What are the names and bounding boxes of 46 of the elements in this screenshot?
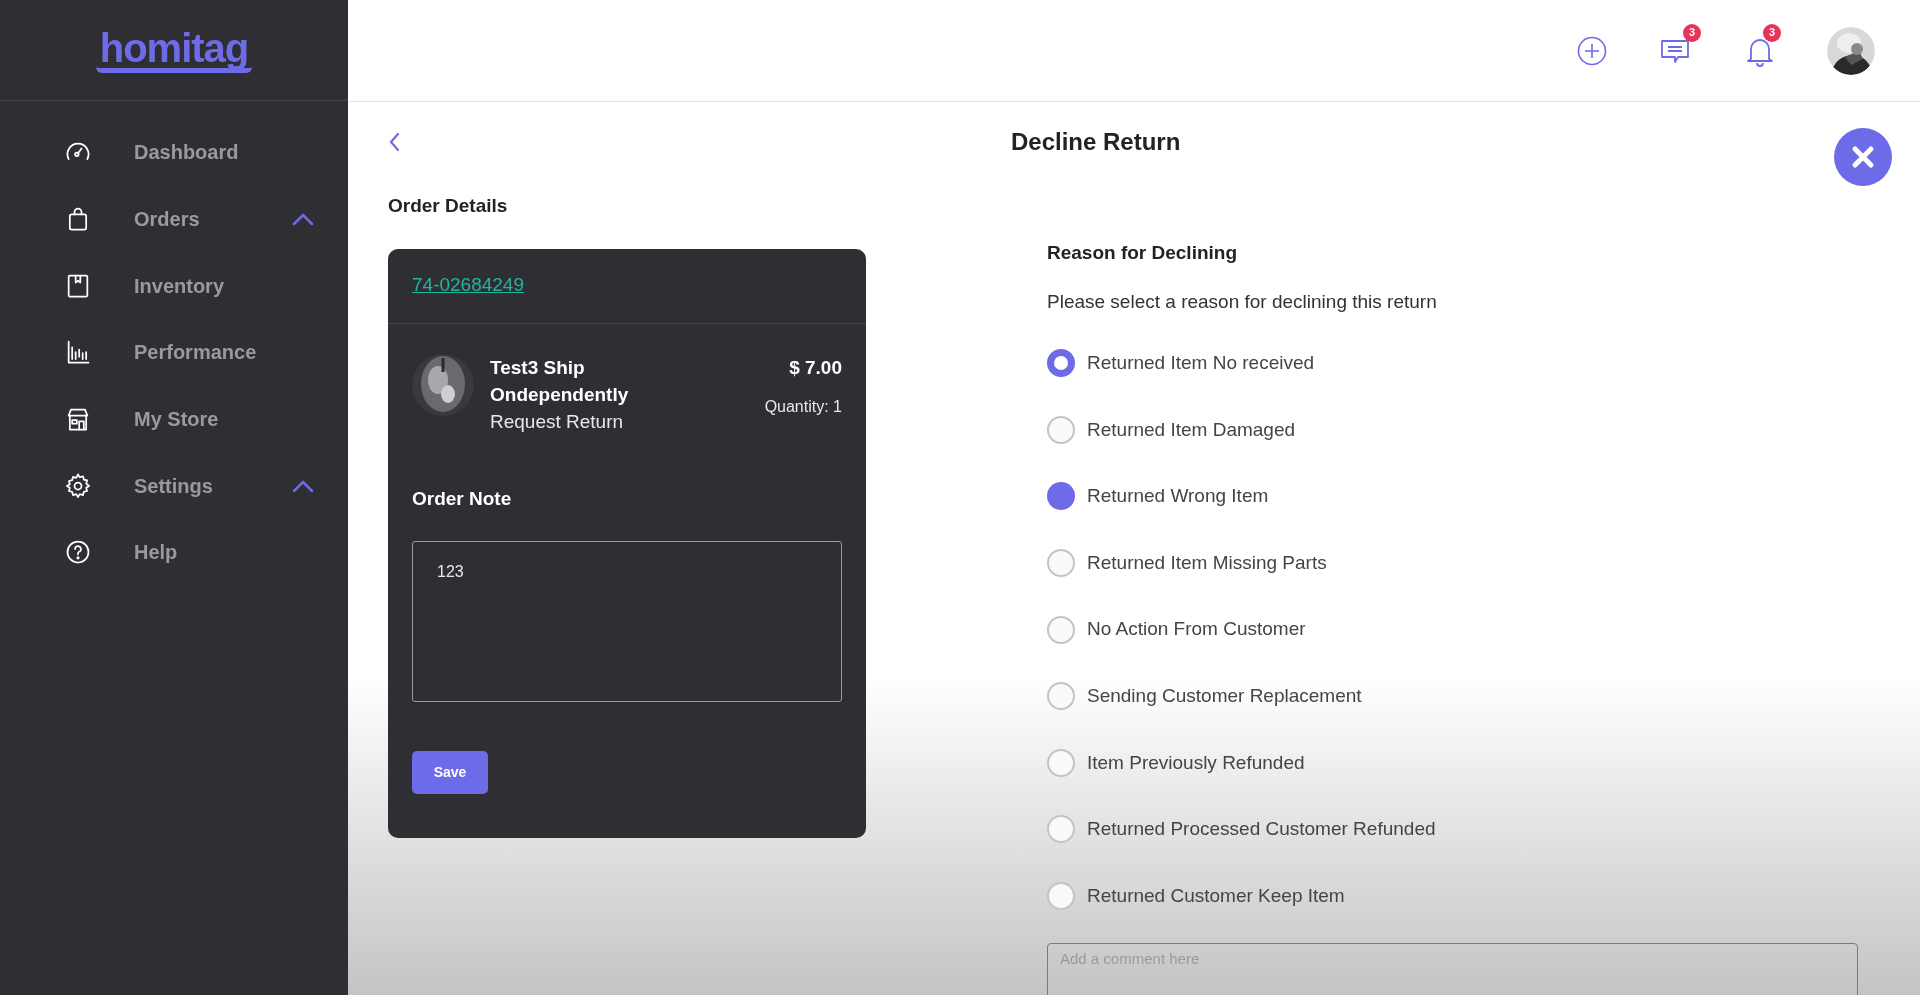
save-button[interactable]: Save — [412, 751, 488, 794]
reason-option[interactable]: Item Previously Refunded — [1047, 729, 1305, 797]
nav-item[interactable]: Help — [0, 519, 348, 586]
radio-button[interactable] — [1047, 615, 1075, 644]
order-note-field[interactable]: 123 — [412, 541, 842, 702]
reason-option[interactable]: No Action From Customer — [1047, 596, 1306, 663]
reason-option[interactable]: Returned Item Damaged — [1047, 396, 1296, 464]
order-status: Request Return — [490, 409, 625, 434]
radio-button[interactable] — [1047, 482, 1075, 511]
reasons-title: Reason for Declining — [1047, 241, 1239, 265]
page-title: Decline Return — [1011, 127, 1181, 157]
reason-option[interactable]: Returned Item No received — [1047, 330, 1315, 397]
reason-option[interactable]: Returned Wrong Item — [1047, 463, 1269, 530]
quantity: Quantity: 1 — [764, 396, 842, 417]
radio-button[interactable] — [1047, 415, 1075, 444]
reason-option[interactable]: Returned Processed Customer Refunded — [1047, 796, 1436, 863]
radio-button[interactable] — [1047, 349, 1075, 378]
settings-icon — [64, 471, 92, 500]
nav-item[interactable]: Settings — [0, 452, 348, 520]
caret-icon[interactable] — [292, 478, 314, 493]
add-icon[interactable] — [1577, 35, 1607, 66]
section-title: Order Details — [388, 194, 509, 218]
reason-option[interactable]: Returned Item Missing Parts — [1047, 529, 1327, 597]
radio-button[interactable] — [1047, 549, 1075, 578]
nav-item[interactable]: Inventory — [0, 252, 348, 320]
order-note-title: Order Note — [411, 486, 513, 511]
radio-button[interactable] — [1047, 882, 1075, 911]
nav-item[interactable]: Dashboard — [0, 119, 348, 186]
price: $ 7.00 — [789, 355, 842, 380]
order-id-link[interactable]: 74-02684249 — [412, 271, 524, 300]
close-icon — [1851, 145, 1875, 169]
caret-icon[interactable] — [292, 212, 314, 227]
product-name: Test3 Ship Ondependently — [490, 355, 630, 407]
message-count-badge: 3 — [1683, 23, 1701, 42]
notification-count-badge: 3 — [1763, 23, 1781, 42]
reason-option[interactable]: Sending Customer Replacement — [1047, 662, 1362, 730]
nav-item[interactable]: Orders — [0, 185, 348, 253]
reason-option[interactable]: Returned Customer Keep Item — [1047, 862, 1345, 930]
close-button[interactable] — [1834, 128, 1892, 186]
back-icon[interactable] — [388, 132, 400, 152]
radio-button[interactable] — [1047, 748, 1075, 777]
radio-button[interactable] — [1047, 815, 1075, 844]
reasons-prompt: Please select a reason for declining this return — [1047, 289, 1438, 314]
nav-item[interactable]: Performance — [0, 319, 348, 386]
nav-item[interactable]: My Store — [0, 385, 348, 453]
radio-button[interactable] — [1047, 682, 1075, 711]
